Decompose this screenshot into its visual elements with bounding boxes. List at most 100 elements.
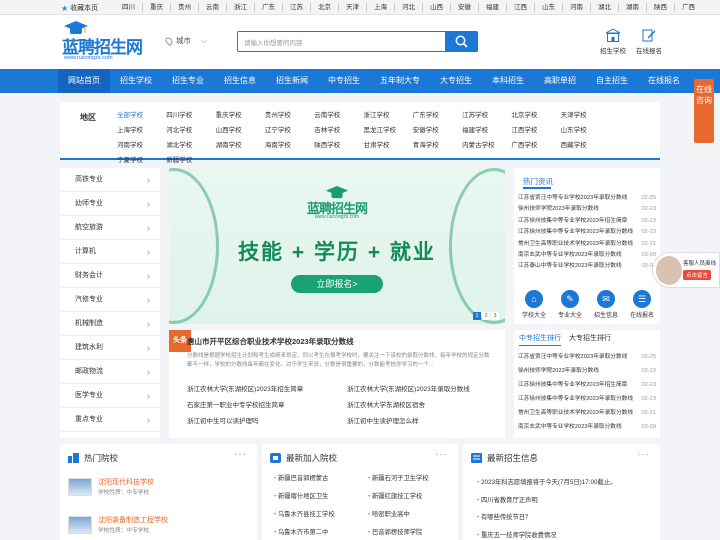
new-school-item[interactable]: 新疆喀什地区卫生	[274, 492, 368, 502]
list-item[interactable]: 江苏徐州技集中等专业学校2023年招生简章 02-23	[518, 379, 656, 393]
region-filter-item[interactable]: 湖北学校	[166, 142, 215, 150]
more-button[interactable]: ···	[637, 449, 650, 460]
news-item[interactable]: 浙江初中生读护理怎么样	[347, 416, 507, 427]
region-link[interactable]: 河南	[562, 3, 590, 12]
region-filter-item[interactable]: 浙江学校	[363, 112, 412, 120]
region-filter-item[interactable]: 四川学校	[166, 112, 215, 120]
region-link[interactable]: 湖北	[590, 3, 618, 12]
category-item[interactable]: 航空旅游	[60, 216, 160, 240]
latest-info-item[interactable]: 有哪些传统节日？	[477, 509, 616, 527]
customer-service-widget[interactable]: 客服人员离线 点击留言	[652, 252, 720, 288]
nav-item[interactable]: 招生新闻	[266, 69, 318, 93]
region-filter-item[interactable]: 全部学校	[117, 112, 166, 120]
region-link[interactable]: 浙江	[226, 3, 254, 12]
region-link[interactable]: 天津	[338, 3, 366, 12]
new-school-item[interactable]: 哈密职业高中	[368, 510, 448, 520]
region-filter-item[interactable]: 河南学校	[117, 142, 166, 150]
region-filter-item[interactable]: 云南学校	[314, 112, 363, 120]
new-school-item[interactable]: 乌鲁木齐县技工学校	[274, 510, 368, 520]
list-item[interactable]: 江苏徐州技集中等专业学校2023年录取分数线 02-23	[518, 227, 656, 238]
category-item[interactable]: 重点专业	[60, 408, 160, 432]
category-item[interactable]: 幼师专业	[60, 192, 160, 216]
school-item[interactable]: 沈阳现代科技学校 学校性质：中专学校	[68, 478, 154, 499]
nav-item[interactable]: 自主招生	[586, 69, 638, 93]
region-filter-item[interactable]: 宁夏学校	[117, 157, 166, 165]
list-item[interactable]: 常州卫生高等职业技术学校2023年录取分数线 02-21	[518, 239, 656, 250]
list-item[interactable]: 江苏徐州技集中等专业学校2023年招生简章 02-23	[518, 216, 656, 227]
region-filter-item[interactable]: 天津学校	[561, 112, 610, 120]
quick-link[interactable]: ⌂ 学校大全	[522, 290, 546, 319]
region-filter-item[interactable]: 江西学校	[511, 127, 560, 135]
quick-link[interactable]: ✎ 专业大全	[558, 290, 582, 319]
new-school-item[interactable]: 乌鲁木齐市第二中	[274, 528, 368, 538]
list-item[interactable]: 徐州技师学院2023年录取分数线 02-23	[518, 204, 656, 215]
region-link[interactable]: 山东	[534, 3, 562, 12]
region-filter-item[interactable]: 海南学校	[265, 142, 314, 150]
region-filter-item[interactable]: 新疆学校	[166, 157, 215, 165]
region-filter-item[interactable]: 内蒙古学校	[462, 142, 511, 150]
headline-title[interactable]: 唐山市开平区综合职业技术学校2023年录取分数线	[187, 336, 354, 347]
category-item[interactable]: 医学专业	[60, 384, 160, 408]
city-selector[interactable]: 城市 ⌵	[164, 35, 207, 46]
region-filter-item[interactable]: 黑龙江学校	[363, 127, 412, 135]
nav-item[interactable]: 在线报名	[638, 69, 690, 93]
tab-college-ranking[interactable]: 大专招生排行	[569, 333, 611, 346]
latest-info-item[interactable]: 重庆五一技师学院收费情况	[477, 527, 616, 540]
region-link[interactable]: 广东	[254, 3, 282, 12]
region-link[interactable]: 山西	[422, 3, 450, 12]
region-filter-item[interactable]: 重庆学校	[216, 112, 265, 120]
new-school-item[interactable]: 新疆巴音郭楞蒙古	[274, 474, 368, 484]
region-link[interactable]: 上海	[366, 3, 394, 12]
category-item[interactable]: 建筑水利	[60, 336, 160, 360]
region-filter-item[interactable]: 安徽学校	[413, 127, 462, 135]
list-item[interactable]: 江苏泰山中等专业学校2023年录取分数线 03-09	[518, 261, 656, 272]
news-item[interactable]: 浙江农林大学(东湖校区)2023年录取分数线	[347, 384, 507, 395]
nav-item[interactable]: 大专招生	[430, 69, 482, 93]
tab-secondary-ranking[interactable]: 中专招生排行	[519, 333, 561, 346]
new-school-item[interactable]: 巴音郭楞技师学院	[368, 528, 448, 538]
nav-item[interactable]: 招生信息	[214, 69, 266, 93]
region-filter-item[interactable]: 湖南学校	[216, 142, 265, 150]
region-filter-item[interactable]: 甘肃学校	[363, 142, 412, 150]
nav-item[interactable]: 五年制大专	[370, 69, 430, 93]
region-filter-item[interactable]: 辽宁学校	[265, 127, 314, 135]
online-consult-button[interactable]: 在线咨询	[694, 79, 714, 143]
nav-item[interactable]: 招生专业	[162, 69, 214, 93]
nav-item[interactable]: 中专招生	[318, 69, 370, 93]
promo-banner[interactable]: 蓝聘招生网 www.ruicongzs.com 技能 + 学历 + 就业 立即报…	[169, 168, 505, 324]
region-link[interactable]: 重庆	[142, 3, 170, 12]
nav-item[interactable]: 招生学校	[110, 69, 162, 93]
region-link[interactable]: 陕西	[646, 3, 674, 12]
category-item[interactable]: 汽修专业	[60, 288, 160, 312]
search-button[interactable]	[445, 31, 478, 52]
category-item[interactable]: 高铁专业	[60, 168, 160, 192]
region-link[interactable]: 福建	[478, 3, 506, 12]
banner-dot[interactable]: 3	[491, 312, 499, 320]
region-filter-item[interactable]: 山西学校	[216, 127, 265, 135]
list-item[interactable]: 江苏省贾汪中等专业学校2023年录取分数线 02-25	[518, 351, 656, 365]
region-filter-item[interactable]: 贵州学校	[265, 112, 314, 120]
category-item[interactable]: 机械制造	[60, 312, 160, 336]
news-item[interactable]: 浙江初中生可以读护理吗	[187, 416, 347, 427]
nav-item[interactable]: 本科招生	[482, 69, 534, 93]
region-filter-item[interactable]: 广西学校	[511, 142, 560, 150]
banner-dot[interactable]: 2	[482, 312, 490, 320]
banner-dot[interactable]: 1	[473, 312, 481, 320]
region-filter-item[interactable]: 福建学校	[462, 127, 511, 135]
region-link[interactable]: 江苏	[282, 3, 310, 12]
quick-link[interactable]: ✉ 招生信息	[594, 290, 618, 319]
list-item[interactable]: 徐州技师学院2023年录取分数线 02-23	[518, 365, 656, 379]
region-link[interactable]: 贵州	[170, 3, 198, 12]
nav-item[interactable]: 网站首页	[58, 69, 110, 93]
category-item[interactable]: 财务会计	[60, 264, 160, 288]
search-input[interactable]: 请输入你想要的内容	[244, 37, 303, 47]
news-item[interactable]: 石家庄第一职业中专学校招生简章	[187, 400, 347, 411]
header-link-apply[interactable]: 在线报名	[636, 29, 662, 55]
more-button[interactable]: ···	[435, 449, 448, 460]
new-school-item[interactable]: 新疆石河子卫生学校	[368, 474, 448, 484]
category-item[interactable]: 计算机	[60, 240, 160, 264]
latest-info-item[interactable]: 2023年科志愿填报将于今天(7月5日)17:00截止。	[477, 474, 616, 492]
region-filter-item[interactable]: 西藏学校	[561, 142, 610, 150]
region-filter-item[interactable]: 河北学校	[166, 127, 215, 135]
region-link[interactable]: 广西	[674, 3, 702, 12]
